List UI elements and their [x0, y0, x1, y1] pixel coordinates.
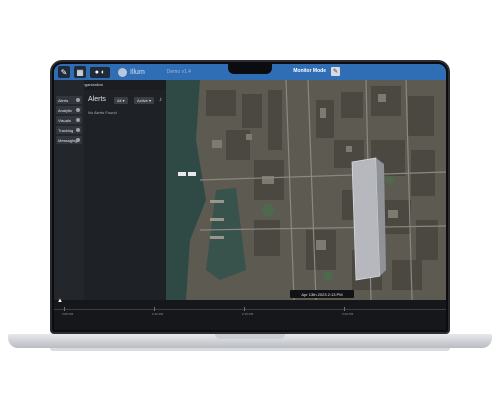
dot-icon	[76, 118, 80, 122]
sidebar-item-alerts[interactable]: Alerts	[56, 96, 82, 104]
laptop-base-shadow	[50, 348, 450, 351]
filter-active-label: Active	[137, 98, 148, 103]
laptop-base-notch	[215, 334, 285, 339]
map-timestamp: Apr 13th 2023 2:13 PM	[290, 290, 354, 298]
sidebar-item-label: Tracking	[58, 127, 74, 133]
timeline-label: 2:15 PM	[242, 312, 254, 316]
sidebar-item-tracking[interactable]: Tracking	[56, 126, 82, 134]
timeline-tick	[154, 307, 155, 311]
no-alerts-message: No Alerts Found	[88, 110, 117, 115]
monitor-mode-label: Monitor Mode	[293, 68, 326, 74]
app-subtitle: Demo v1.4	[166, 69, 191, 75]
sidebar-item-label: Messaging	[58, 137, 78, 143]
app-name: Illum	[130, 68, 145, 76]
dot-icon	[76, 138, 80, 142]
alerts-panel: Alerts All ▾ Active ▾ ♪ No Alerts Found	[84, 90, 166, 300]
dot-icon	[76, 128, 80, 132]
sidebar-item-messaging[interactable]: Messaging	[56, 136, 82, 144]
dot-icon	[76, 108, 80, 112]
filter-all-label: All	[117, 98, 122, 103]
grid-icon[interactable]: ▦	[74, 66, 86, 78]
timeline-tick	[64, 307, 65, 311]
timeline-label: 2:05 PM	[62, 312, 74, 316]
toggle-icon[interactable]: ● ◐	[90, 66, 110, 78]
dot-icon	[76, 98, 80, 102]
timeline-track[interactable]	[54, 309, 446, 310]
timeline-tick	[344, 307, 345, 311]
timeline-tick	[244, 307, 245, 311]
app-screen: ✎ ▦ ● ◐ Illum Demo v1.4 Monitor Mode ✎ L…	[54, 64, 446, 330]
timeline-bar[interactable]: ▲ 2:05 PM 2:10 PM 2:15 PM 2:20 PM	[54, 298, 446, 330]
filter-active-button[interactable]: Active ▾	[134, 97, 155, 104]
satellite-map[interactable]	[166, 80, 446, 300]
warning-icon[interactable]: ▲	[57, 298, 63, 304]
camera-notch	[228, 64, 272, 74]
sidebar-item-label: Alerts	[58, 97, 69, 103]
edit-icon[interactable]: ✎	[331, 67, 340, 76]
sidebar-item-label: Analytic	[58, 107, 73, 113]
sidebar-item-analytic[interactable]: Analytic	[56, 106, 82, 114]
sidebar-item-visuals[interactable]: Visuals	[56, 116, 82, 124]
filter-all-button[interactable]: All ▾	[114, 97, 128, 104]
timeline-label: 2:20 PM	[342, 312, 354, 316]
sidebar-item-label: Visuals	[58, 117, 71, 123]
map-image	[166, 80, 446, 300]
timeline-label: 2:10 PM	[152, 312, 164, 316]
alerts-title: Alerts	[88, 96, 106, 103]
bell-icon[interactable]: ♪	[159, 97, 162, 103]
wrench-icon[interactable]: ✎	[58, 66, 70, 78]
logo-icon	[118, 67, 127, 77]
